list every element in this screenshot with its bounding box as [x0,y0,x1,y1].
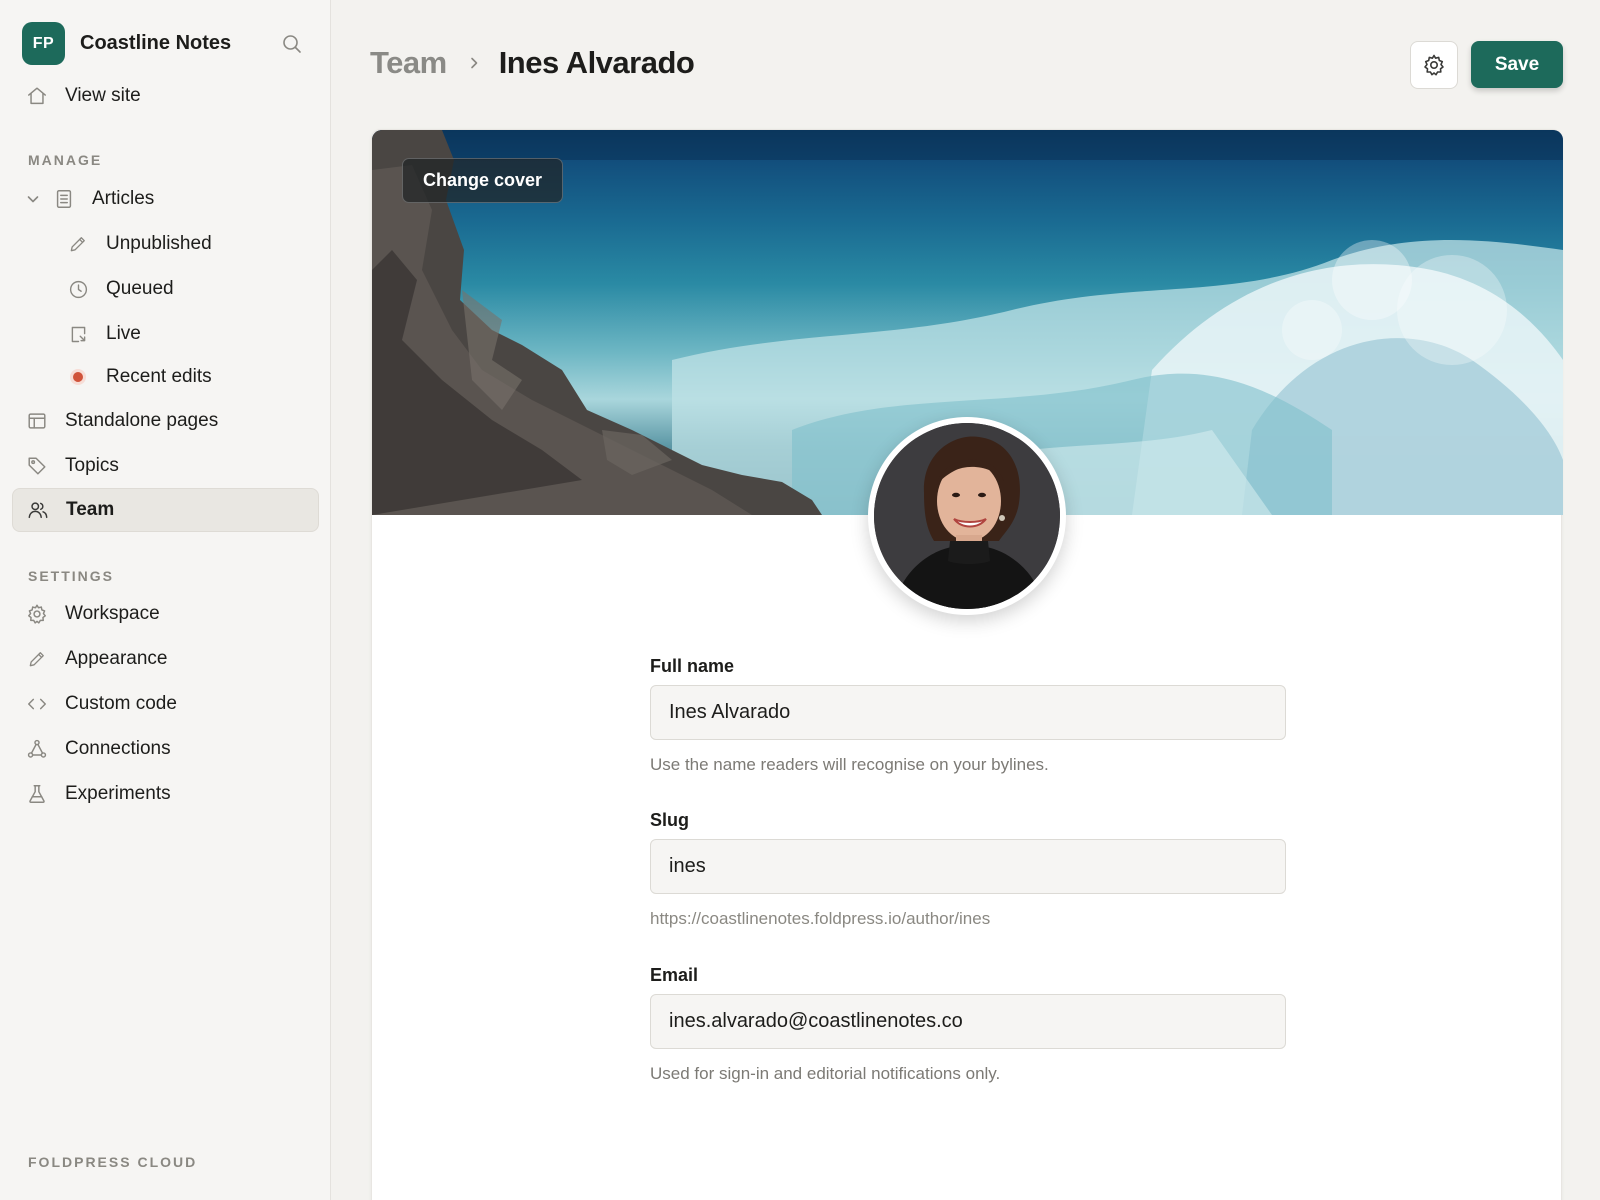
section-title-manage: MANAGE [28,152,103,168]
slug-input[interactable] [650,839,1286,894]
sidebar-item-label: Topics [65,455,119,476]
sidebar-item-appearance[interactable]: Appearance [12,637,319,681]
connections-icon [25,737,49,761]
search-icon[interactable] [280,32,304,56]
section-title-settings: SETTINGS [28,568,115,584]
brush-icon [25,647,49,671]
layout-icon [25,409,49,433]
breadcrumb-parent[interactable]: Team [370,45,447,81]
slug-label: Slug [650,810,689,830]
sidebar-item-team[interactable]: Team [12,488,319,532]
sidebar-item-experiments[interactable]: Experiments [12,772,319,816]
users-icon [26,498,50,522]
sidebar-item-queued[interactable]: Queued [12,267,319,311]
slug-url-hint: https://coastlinenotes.foldpress.io/auth… [650,909,991,928]
home-icon [25,84,49,108]
sidebar-item-live[interactable]: Live [12,312,319,356]
sidebar-item-label: Queued [106,278,174,299]
brand-name: Coastline Notes [80,32,232,54]
sidebar-item-label: View site [65,85,141,106]
sidebar-item-topics[interactable]: Topics [12,444,319,488]
email-input[interactable] [650,994,1286,1049]
profile-card: Change cover Full name Ines Alvarado Use… [371,129,1563,1200]
sidebar-item-articles[interactable]: Articles [40,177,319,221]
sidebar-item-standalone-pages[interactable]: Standalone pages [12,399,319,443]
tag-icon [25,454,49,478]
sidebar-item-label: Experiments [65,783,171,804]
sidebar-item-label: Recent edits [106,366,212,387]
save-button[interactable]: Save [1471,41,1563,88]
email-hint: Used for sign-in and editorial notificat… [650,1064,1001,1083]
gear-icon [25,602,49,626]
email-label: Email [650,965,699,985]
avatar[interactable] [868,417,1066,615]
brand-logo: FP [22,22,65,65]
chevron-right-icon [467,56,481,70]
full-name-hint: Use the name readers will recognise on y… [650,755,1049,774]
document-icon [52,187,76,211]
red-dot-icon [66,365,90,389]
sidebar-item-connections[interactable]: Connections [12,727,319,771]
full-name-label: Full name [650,656,735,676]
sidebar-item-unpublished[interactable]: Unpublished [12,222,319,266]
avatar-photo [874,423,1060,609]
sidebar-item-label: Custom code [65,693,177,714]
sidebar-item-label: Team [66,499,115,520]
sidebar-item-label: Workspace [65,603,160,624]
sidebar-item-label: Connections [65,738,171,759]
sidebar-item-label: Articles [92,188,155,209]
sidebar-item-workspace[interactable]: Workspace [12,592,319,636]
sidebar-item-view-site[interactable]: View site [12,74,319,118]
pencil-icon [66,232,90,256]
sidebar-footer: FOLDPRESS CLOUD [28,1154,198,1170]
sidebar-item-label: Unpublished [106,233,212,254]
sidebar-item-custom-code[interactable]: Custom code [12,682,319,726]
chevron-down-icon[interactable] [26,192,40,206]
sidebar: FP Coastline Notes View site MANAGE Arti… [0,0,331,1200]
flask-icon [25,782,49,806]
sidebar-item-recent-edits[interactable]: Recent edits [12,355,319,399]
page-title: Ines Alvarado [498,45,695,80]
sidebar-item-label: Standalone pages [65,410,219,431]
sidebar-item-label: Appearance [65,648,168,669]
full-name-input[interactable] [650,685,1286,740]
brand[interactable]: FP Coastline Notes [22,22,231,65]
clock-icon [66,277,90,301]
change-cover-button[interactable]: Change cover [402,158,564,203]
code-icon [25,692,49,716]
breadcrumb: Team Ines Alvarado [370,45,695,81]
sidebar-item-label: Live [106,323,141,344]
published-icon [66,322,90,346]
settings-button[interactable] [1410,41,1458,89]
gear-icon [1422,53,1446,77]
